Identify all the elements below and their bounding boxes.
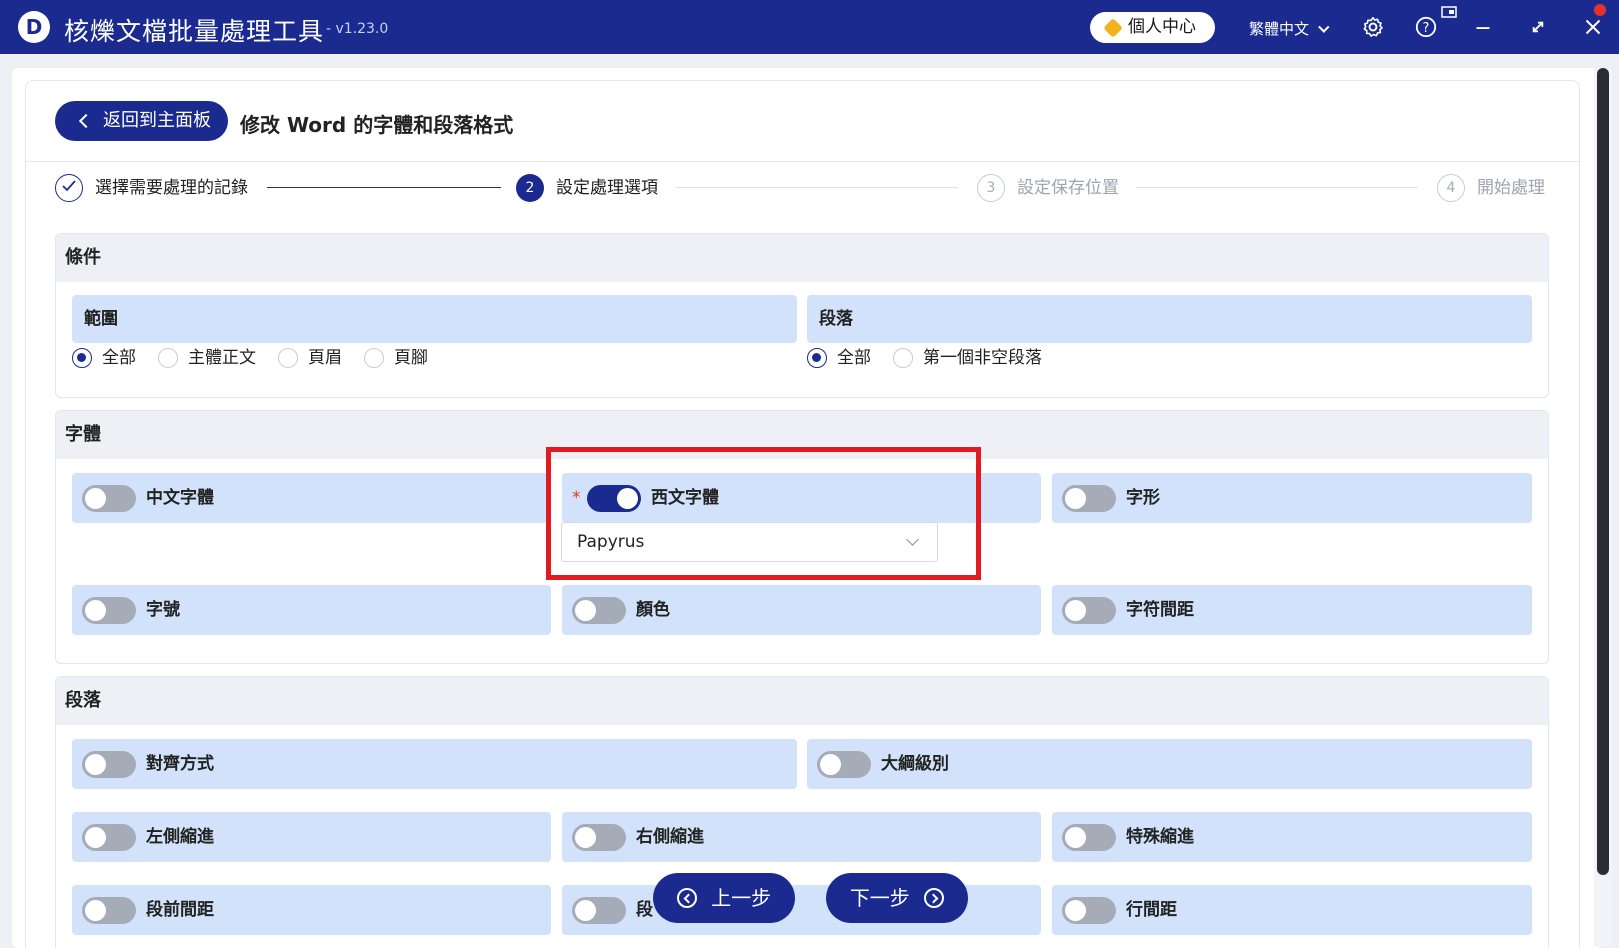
option-label: 中文字體 — [146, 488, 214, 508]
char-spacing-toggle[interactable] — [1062, 597, 1116, 624]
chevron-right-circle-icon — [924, 888, 945, 908]
option-label: 字號 — [146, 600, 180, 620]
option-label: 字符間距 — [1126, 600, 1194, 620]
header-divider — [26, 161, 1579, 162]
notification-dot — [1594, 4, 1606, 16]
step-check-icon — [55, 174, 83, 202]
right-indent-toggle[interactable] — [572, 824, 626, 851]
paragraph-scope-radio-group: 全部 第一個非空段落 — [807, 346, 1064, 370]
page-title: 修改 Word 的字體和段落格式 — [240, 113, 514, 137]
special-indent-toggle[interactable] — [1062, 824, 1116, 851]
section-title: 段落 — [56, 677, 1548, 725]
line-spacing-toggle[interactable] — [1062, 897, 1116, 924]
alignment-toggle[interactable] — [82, 751, 136, 778]
option-special-indent: 特殊縮進 — [1052, 812, 1532, 862]
help-icon[interactable]: ? — [1413, 14, 1439, 40]
option-label: 行間距 — [1126, 900, 1177, 920]
option-space-after: 段 — [562, 885, 1041, 935]
font-size-toggle[interactable] — [82, 597, 136, 624]
step-label: 設定處理選項 — [556, 178, 658, 198]
font-color-toggle[interactable] — [572, 597, 626, 624]
option-font-style: 字形 — [1052, 473, 1532, 523]
previous-step-label: 上一步 — [711, 886, 772, 910]
chevron-left-circle-icon — [676, 888, 697, 908]
option-font-color: 顏色 — [562, 585, 1041, 635]
maximize-icon[interactable] — [1525, 14, 1551, 40]
option-char-spacing: 字符間距 — [1052, 585, 1532, 635]
option-font-size: 字號 — [72, 585, 551, 635]
left-indent-toggle[interactable] — [82, 824, 136, 851]
paragraph-scope-header: 段落 — [807, 295, 1532, 343]
chevron-down-icon — [1318, 21, 1330, 33]
app-logo: D — [18, 11, 50, 43]
option-line-spacing: 行間距 — [1052, 885, 1532, 935]
step-number: 4 — [1437, 174, 1465, 202]
back-to-dashboard-button[interactable]: 返回到主面板 — [55, 101, 228, 141]
settings-gear-icon[interactable] — [1360, 14, 1386, 40]
previous-step-button[interactable]: 上一步 — [653, 873, 795, 923]
mini-window-icon[interactable] — [1440, 4, 1460, 20]
back-button-label: 返回到主面板 — [103, 110, 211, 131]
option-chinese-font: 中文字體 — [72, 473, 551, 523]
user-center-button[interactable]: 個人中心 — [1090, 12, 1215, 43]
user-center-label: 個人中心 — [1128, 17, 1196, 37]
app-title: 核爍文檔批量處理工具 — [64, 17, 325, 46]
option-outline-level: 大綱級別 — [807, 739, 1532, 789]
chinese-font-toggle[interactable] — [82, 485, 136, 512]
step-number: 2 — [516, 174, 544, 202]
step-label: 設定保存位置 — [1017, 178, 1119, 198]
annotation-highlight-box — [546, 447, 981, 580]
step-connector — [1136, 187, 1418, 188]
chevron-left-icon — [78, 113, 94, 129]
language-label: 繁體中文 — [1249, 20, 1310, 38]
range-radio-group: 全部 主體正文 頁眉 頁腳 — [72, 346, 450, 370]
range-option-body[interactable]: 主體正文 — [158, 346, 256, 370]
option-label: 顏色 — [636, 600, 670, 620]
step-connector — [267, 187, 501, 188]
option-space-before: 段前間距 — [72, 885, 551, 935]
paragraph-option-all[interactable]: 全部 — [807, 346, 871, 370]
option-label: 段前間距 — [146, 900, 214, 920]
space-after-toggle[interactable] — [572, 897, 626, 924]
title-bar: D 核爍文檔批量處理工具 - v1.23.0 個人中心 繁體中文 ? — [0, 0, 1619, 54]
svg-text:?: ? — [1423, 21, 1430, 36]
option-label: 大綱級別 — [881, 754, 949, 774]
outline-level-toggle[interactable] — [817, 751, 871, 778]
step-label: 選擇需要處理的記錄 — [95, 178, 248, 198]
paragraph-option-first-nonempty[interactable]: 第一個非空段落 — [893, 346, 1042, 370]
option-label: 右側縮進 — [636, 827, 704, 847]
next-step-label: 下一步 — [849, 886, 910, 910]
font-style-toggle[interactable] — [1062, 485, 1116, 512]
range-option-footer[interactable]: 頁腳 — [364, 346, 428, 370]
next-step-button[interactable]: 下一步 — [826, 873, 968, 923]
option-alignment: 對齊方式 — [72, 739, 797, 789]
section-title: 條件 — [56, 234, 1548, 282]
vip-diamond-icon — [1103, 18, 1123, 38]
option-label: 對齊方式 — [146, 754, 214, 774]
option-label: 字形 — [1126, 488, 1160, 508]
option-right-indent: 右側縮進 — [562, 812, 1041, 862]
option-label: 特殊縮進 — [1126, 827, 1194, 847]
step-number: 3 — [977, 174, 1005, 202]
scrollbar-thumb[interactable] — [1597, 68, 1609, 875]
range-header: 範圍 — [72, 295, 797, 343]
language-select[interactable]: 繁體中文 — [1249, 18, 1330, 39]
minimize-icon[interactable] — [1470, 14, 1496, 40]
option-label: 左側縮進 — [146, 827, 214, 847]
range-option-header[interactable]: 頁眉 — [278, 346, 342, 370]
option-label: 段 — [636, 900, 653, 920]
close-icon[interactable] — [1580, 14, 1606, 40]
space-before-toggle[interactable] — [82, 897, 136, 924]
range-option-all[interactable]: 全部 — [72, 346, 136, 370]
option-left-indent: 左側縮進 — [72, 812, 551, 862]
app-version: - v1.23.0 — [326, 21, 389, 37]
step-connector — [676, 187, 958, 188]
step-label: 開始處理 — [1477, 178, 1545, 198]
